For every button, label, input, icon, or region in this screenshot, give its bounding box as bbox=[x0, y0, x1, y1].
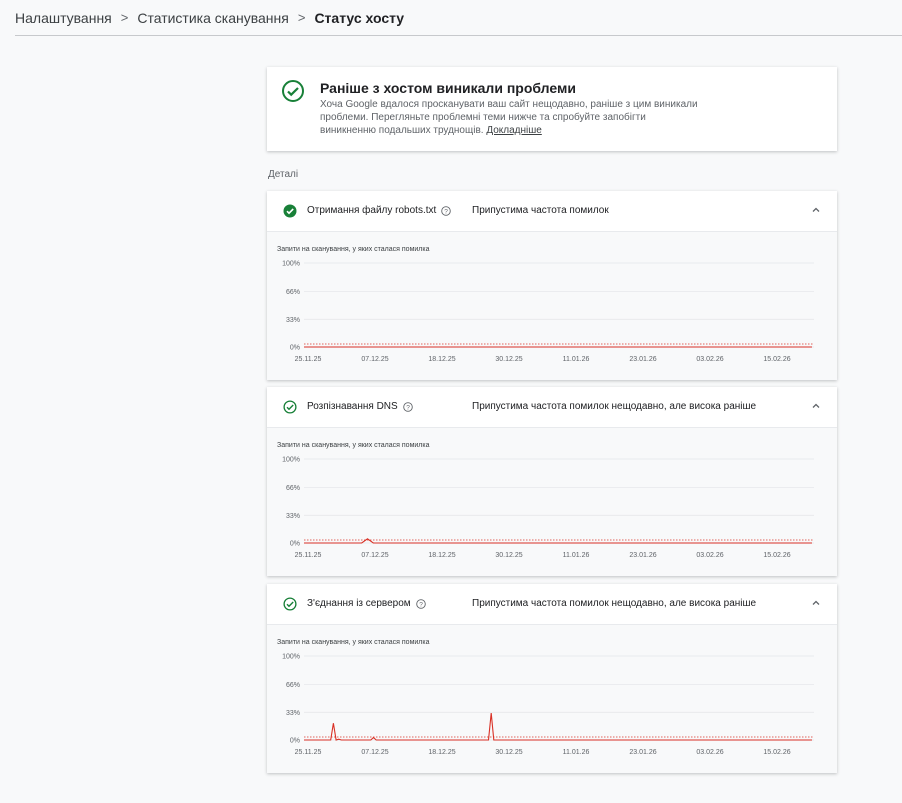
error-series-line bbox=[304, 538, 812, 544]
breadcrumb-host-status: Статус хосту bbox=[314, 9, 405, 26]
x-tick-label: 11.01.26 bbox=[563, 356, 590, 363]
robots-txt-card: Отримання файлу robots.txt ? Припустима … bbox=[267, 191, 837, 380]
error-rate-chart: 100% 66% 33% 0% 25.11.25 07.12.25 18.12.25 30.1… bbox=[282, 457, 814, 559]
x-tick-label: 07.12.25 bbox=[361, 749, 388, 756]
card-title-text: Отримання файлу robots.txt bbox=[307, 205, 437, 216]
host-status-summary: Раніше з хостом виникали проблеми Хоча G… bbox=[267, 67, 837, 151]
dns-card: Розпізнавання DNS ? Припустима частота п… bbox=[267, 387, 837, 576]
dns-card-header[interactable]: Розпізнавання DNS ? Припустима частота п… bbox=[267, 387, 837, 428]
x-tick-label: 11.01.26 bbox=[563, 749, 590, 756]
y-tick-label: 66% bbox=[286, 682, 300, 689]
x-tick-label: 23.01.26 bbox=[629, 552, 656, 559]
outlined-check-circle-icon bbox=[283, 597, 297, 611]
y-tick-label: 33% bbox=[286, 710, 300, 717]
svg-text:?: ? bbox=[419, 601, 423, 608]
x-tick-label: 25.11.25 bbox=[295, 552, 322, 559]
breadcrumb: Налаштування > Статистика сканування > С… bbox=[15, 0, 902, 36]
help-icon[interactable]: ? bbox=[415, 598, 426, 609]
server-connection-chart: Запити на сканування, у яких сталася пом… bbox=[267, 625, 837, 773]
svg-text:?: ? bbox=[444, 208, 448, 215]
server-connection-card-header[interactable]: З'єднання із сервером ? Припустима часто… bbox=[267, 584, 837, 625]
outlined-check-circle-icon bbox=[283, 400, 297, 414]
x-tick-label: 30.12.25 bbox=[495, 552, 522, 559]
card-status: Припустима частота помилок нещодавно, ал… bbox=[472, 401, 757, 412]
card-title: Отримання файлу robots.txt ? bbox=[307, 205, 452, 216]
x-tick-label: 25.11.25 bbox=[295, 749, 322, 756]
breadcrumb-separator: > bbox=[120, 10, 129, 25]
y-tick-label: 66% bbox=[286, 485, 300, 492]
breadcrumb-crawl-stats[interactable]: Статистика сканування bbox=[137, 10, 288, 26]
help-icon[interactable]: ? bbox=[402, 401, 413, 412]
x-tick-label: 11.01.26 bbox=[563, 552, 590, 559]
x-tick-label: 18.12.25 bbox=[428, 356, 455, 363]
help-icon[interactable]: ? bbox=[441, 205, 452, 216]
summary-title: Раніше з хостом виникали проблеми bbox=[320, 80, 576, 96]
robots-txt-card-header[interactable]: Отримання файлу robots.txt ? Припустима … bbox=[267, 191, 837, 232]
card-status: Припустима частота помилок bbox=[472, 205, 609, 216]
x-tick-label: 03.02.26 bbox=[696, 749, 723, 756]
x-tick-label: 30.12.25 bbox=[495, 749, 522, 756]
card-status: Припустима частота помилок нещодавно, ал… bbox=[472, 598, 757, 609]
breadcrumb-separator: > bbox=[297, 10, 306, 25]
y-tick-label: 0% bbox=[290, 541, 300, 548]
card-title: З'єднання із сервером ? bbox=[307, 598, 426, 609]
server-connection-card: З'єднання із сервером ? Припустима часто… bbox=[267, 584, 837, 773]
x-tick-label: 30.12.25 bbox=[495, 356, 522, 363]
x-tick-label: 23.01.26 bbox=[629, 356, 656, 363]
x-tick-label: 07.12.25 bbox=[361, 552, 388, 559]
chevron-up-icon[interactable] bbox=[811, 401, 821, 411]
chevron-up-icon[interactable] bbox=[811, 598, 821, 608]
y-tick-label: 33% bbox=[286, 317, 300, 324]
check-circle-icon bbox=[282, 80, 304, 102]
y-tick-label: 0% bbox=[290, 738, 300, 745]
x-tick-label: 18.12.25 bbox=[428, 552, 455, 559]
x-tick-label: 15.02.26 bbox=[763, 749, 790, 756]
x-tick-label: 18.12.25 bbox=[428, 749, 455, 756]
x-tick-label: 23.01.26 bbox=[629, 749, 656, 756]
robots-txt-chart: Запити на сканування, у яких сталася пом… bbox=[267, 232, 837, 380]
details-label: Деталі bbox=[268, 169, 299, 180]
breadcrumb-settings[interactable]: Налаштування bbox=[15, 10, 112, 26]
x-tick-label: 07.12.25 bbox=[361, 356, 388, 363]
summary-text: Хоча Google вдалося просканувати ваш сай… bbox=[320, 98, 700, 137]
x-tick-label: 03.02.26 bbox=[696, 552, 723, 559]
y-tick-label: 0% bbox=[290, 345, 300, 352]
x-tick-label: 25.11.25 bbox=[295, 356, 322, 363]
card-title-text: З'єднання із сервером bbox=[307, 598, 411, 609]
error-series-line bbox=[304, 713, 812, 741]
x-tick-label: 03.02.26 bbox=[696, 356, 723, 363]
error-rate-chart: 100% 66% 33% 0% 25.11.25 07.12.25 18.12.25 30.1… bbox=[282, 261, 814, 363]
chevron-up-icon[interactable] bbox=[811, 205, 821, 215]
card-title: Розпізнавання DNS ? bbox=[307, 401, 413, 412]
x-tick-label: 15.02.26 bbox=[763, 552, 790, 559]
card-title-text: Розпізнавання DNS bbox=[307, 401, 398, 412]
y-tick-label: 66% bbox=[286, 289, 300, 296]
svg-text:?: ? bbox=[406, 404, 410, 411]
x-tick-label: 15.02.26 bbox=[763, 356, 790, 363]
y-tick-label: 100% bbox=[282, 457, 300, 464]
filled-check-circle-icon bbox=[283, 204, 297, 218]
learn-more-link[interactable]: Докладніше bbox=[486, 125, 542, 136]
y-tick-label: 33% bbox=[286, 513, 300, 520]
y-tick-label: 100% bbox=[282, 261, 300, 268]
error-rate-chart: 100% 66% 33% 0% 25.11.25 07.12.25 18.12.25 30.1… bbox=[282, 654, 814, 756]
dns-chart: Запити на сканування, у яких сталася пом… bbox=[267, 428, 837, 576]
y-tick-label: 100% bbox=[282, 654, 300, 661]
